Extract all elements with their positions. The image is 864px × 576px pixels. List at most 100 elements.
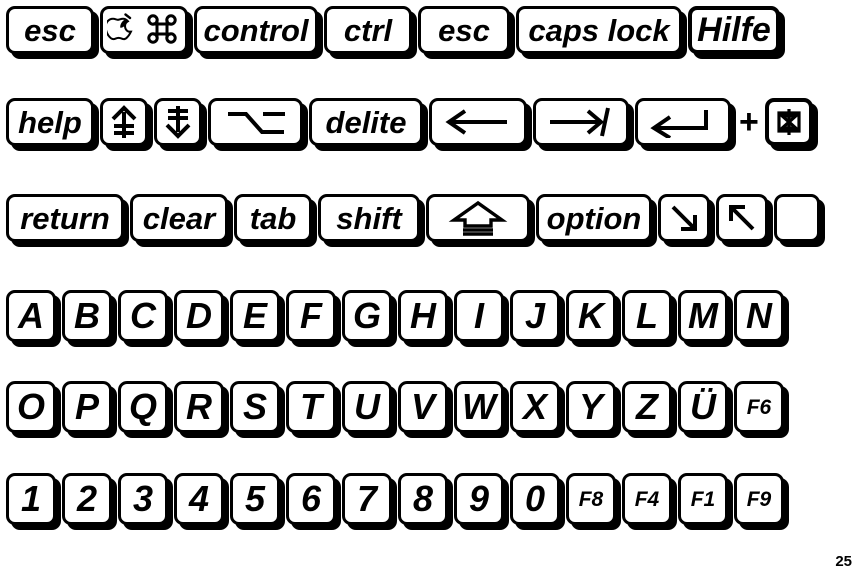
keycap-key-F6[interactable]: F6 [734,381,784,433]
keycap-option[interactable]: option [536,194,652,242]
keycap-esc-1[interactable]: esc [6,6,94,54]
keycap-face-crossed-key[interactable] [764,98,813,146]
keycap-face-return[interactable]: return [6,194,124,242]
keycap-home-arrow[interactable] [716,194,768,242]
keycap-face-help[interactable]: help [6,98,94,146]
keycap-face-caps-lock[interactable]: caps lock [516,6,682,54]
keycap-tab-arrow[interactable] [533,98,629,146]
keycap-face-key-E[interactable]: E [230,290,280,342]
keycap-face-key-J[interactable]: J [510,290,560,342]
keycap-face-key-Y[interactable]: Y [566,381,616,433]
keycap-key-Y[interactable]: Y [566,381,616,433]
keycap-key-X[interactable]: X [510,381,560,433]
keycap-key-F[interactable]: F [286,290,336,342]
keycap-key-C[interactable]: C [118,290,168,342]
keycap-key-F8[interactable]: F8 [566,473,616,525]
keycap-face-key-O[interactable]: O [6,381,56,433]
keycap-face-key-6[interactable]: 6 [286,473,336,525]
keycap-face-key-8[interactable]: 8 [398,473,448,525]
keycap-face-ctrl[interactable]: ctrl [324,6,412,54]
keycap-face-hilfe[interactable]: Hilfe [688,6,780,54]
keycap-ctrl[interactable]: ctrl [324,6,412,54]
keycap-face-key-S[interactable]: S [230,381,280,433]
keycap-face-key-D[interactable]: D [174,290,224,342]
keycap-face-key-A[interactable]: A [6,290,56,342]
keycap-control[interactable]: control [194,6,318,54]
keycap-face-key-9[interactable]: 9 [454,473,504,525]
keycap-face-blank[interactable] [774,194,820,242]
keycap-blank-key[interactable] [774,194,820,242]
keycap-face-key-0[interactable]: 0 [510,473,560,525]
keycap-key-T[interactable]: T [286,381,336,433]
keycap-face-key-N[interactable]: N [734,290,784,342]
keycap-shift[interactable]: shift [318,194,420,242]
keycap-face-key-F6[interactable]: F6 [734,381,784,433]
keycap-face-key-F9[interactable]: F9 [734,473,784,525]
keycap-face-key-X[interactable]: X [510,381,560,433]
keycap-key-H[interactable]: H [398,290,448,342]
keycap-face-key-I[interactable]: I [454,290,504,342]
keycap-key-O[interactable]: O [6,381,56,433]
keycap-clear[interactable]: clear [130,194,228,242]
keycap-key-N[interactable]: N [734,290,784,342]
keycap-face-key-5[interactable]: 5 [230,473,280,525]
keycap-face-key-P[interactable]: P [62,381,112,433]
keycap-key-U[interactable]: U [342,381,392,433]
keycap-face-key-U[interactable]: U [342,381,392,433]
keycap-key-2[interactable]: 2 [62,473,112,525]
keycap-face-key-Q[interactable]: Q [118,381,168,433]
keycap-face-key-L[interactable]: L [622,290,672,342]
keycap-shift-caps[interactable] [426,194,530,242]
keycap-key-D[interactable]: D [174,290,224,342]
keycap-face-shift-caps[interactable] [426,194,530,242]
keycap-face-delite[interactable]: delite [309,98,423,146]
keycap-face-control[interactable]: control [194,6,318,54]
keycap-face-page-down[interactable] [154,98,202,146]
keycap-key-Z[interactable]: Z [622,381,672,433]
keycap-page-up[interactable] [100,98,148,146]
keycap-key-K[interactable]: K [566,290,616,342]
keycap-key-I[interactable]: I [454,290,504,342]
keycap-face-esc-2[interactable]: esc [418,6,510,54]
keycap-face-key-V[interactable]: V [398,381,448,433]
keycap-key-W[interactable]: W [454,381,504,433]
keycap-face-key-2[interactable]: 2 [62,473,112,525]
keycap-key-F1[interactable]: F1 [678,473,728,525]
keycap-face-clear[interactable]: clear [130,194,228,242]
keycap-hilfe[interactable]: Hilfe [688,6,780,54]
keycap-key-G[interactable]: G [342,290,392,342]
keycap-crossed-key[interactable] [764,98,813,146]
keycap-face-option-alt[interactable] [208,98,303,146]
keycap-key-1[interactable]: 1 [6,473,56,525]
keycap-key-3[interactable]: 3 [118,473,168,525]
keycap-key-S[interactable]: S [230,381,280,433]
keycap-key-5[interactable]: 5 [230,473,280,525]
keycap-face-key-F1[interactable]: F1 [678,473,728,525]
keycap-key-A[interactable]: A [6,290,56,342]
keycap-face-key-M[interactable]: M [678,290,728,342]
keycap-face-shift[interactable]: shift [318,194,420,242]
keycap-key-J[interactable]: J [510,290,560,342]
keycap-key-6[interactable]: 6 [286,473,336,525]
keycap-caps-lock[interactable]: caps lock [516,6,682,54]
keycap-help[interactable]: help [6,98,94,146]
keycap-face-key-K[interactable]: K [566,290,616,342]
keycap-face-home-arrow[interactable] [716,194,768,242]
keycap-face-tab[interactable]: tab [234,194,312,242]
keycap-key-F4[interactable]: F4 [622,473,672,525]
keycap-key-0[interactable]: 0 [510,473,560,525]
keycap-key-7[interactable]: 7 [342,473,392,525]
keycap-key-9[interactable]: 9 [454,473,504,525]
keycap-face-end-arrow[interactable] [658,194,710,242]
keycap-apple-command[interactable] [100,6,188,54]
keycap-face-key-Ue[interactable]: Ü [678,381,728,433]
keycap-face-key-Z[interactable]: Z [622,381,672,433]
keycap-key-B[interactable]: B [62,290,112,342]
keycap-delite[interactable]: delite [309,98,423,146]
keycap-face-page-up[interactable] [100,98,148,146]
keycap-key-R[interactable]: R [174,381,224,433]
keycap-key-8[interactable]: 8 [398,473,448,525]
keycap-face-key-H[interactable]: H [398,290,448,342]
keycap-key-F9[interactable]: F9 [734,473,784,525]
keycap-key-P[interactable]: P [62,381,112,433]
